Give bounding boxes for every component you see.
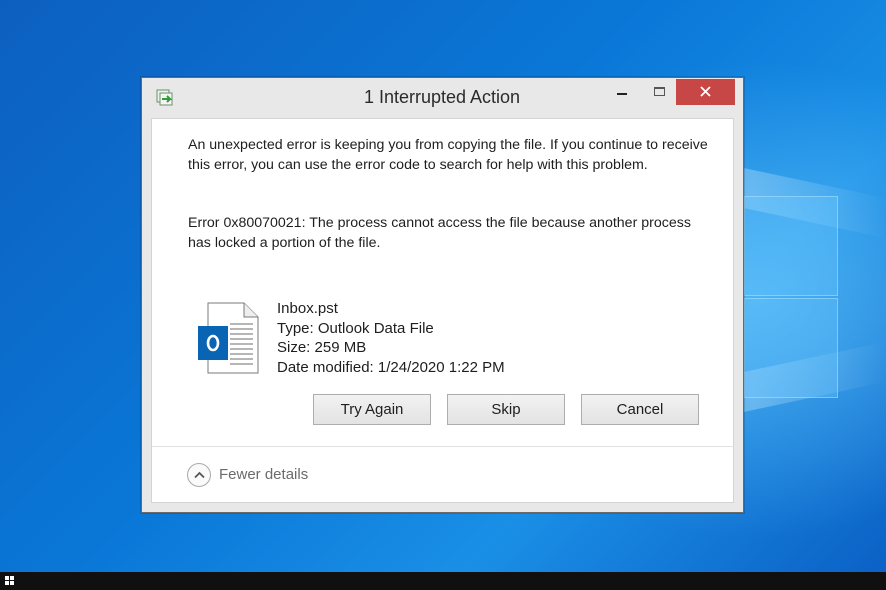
error-code-message: Error 0x80070021: The process cannot acc…: [188, 215, 691, 251]
maximize-button[interactable]: [646, 79, 674, 105]
cancel-button[interactable]: Cancel: [581, 394, 699, 425]
chevron-up-icon[interactable]: [187, 463, 211, 487]
file-name: Inbox.pst: [277, 300, 338, 317]
close-button[interactable]: [676, 79, 735, 105]
maximize-icon: [654, 87, 665, 96]
window-title: 1 Interrupted Action: [363, 87, 521, 107]
taskbar: [0, 572, 886, 590]
windows-logo-pane: [744, 298, 838, 398]
outlook-pst-icon: [198, 302, 260, 374]
interrupted-action-dialog: 1 Interrupted Action An unexpected error…: [141, 77, 744, 513]
try-again-button[interactable]: Try Again: [313, 394, 431, 425]
file-copy-icon: [156, 89, 176, 106]
title-bar[interactable]: 1 Interrupted Action: [142, 78, 743, 118]
error-description: An unexpected error is keeping you from …: [188, 137, 708, 173]
fewer-details-label[interactable]: Fewer details: [219, 466, 308, 483]
file-date-modified: Date modified: 1/24/2020 1:22 PM: [277, 358, 505, 376]
windows-start-icon[interactable]: [5, 576, 14, 585]
minimize-button[interactable]: [608, 79, 636, 105]
dialog-content: An unexpected error is keeping you from …: [151, 118, 734, 503]
minimize-icon: [617, 93, 627, 95]
divider: [152, 446, 733, 447]
skip-button[interactable]: Skip: [447, 394, 565, 425]
close-icon: [700, 86, 711, 97]
file-details: Inbox.pst Type: Outlook Data File Size: …: [277, 299, 505, 377]
file-size: Size: 259 MB: [277, 339, 367, 356]
windows-logo-pane: [744, 196, 838, 296]
file-type: Type: Outlook Data File: [277, 319, 434, 337]
